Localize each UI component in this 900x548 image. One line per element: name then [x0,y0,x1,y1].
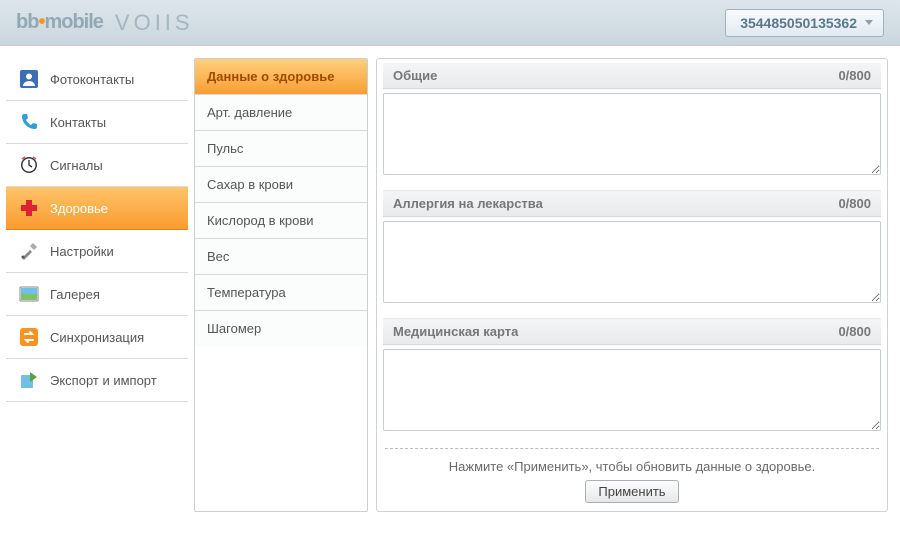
health-subnav: Данные о здоровье Арт. давление Пульс Са… [194,58,368,512]
subnav-label: Арт. давление [207,105,292,120]
plus-medical-icon [18,197,40,219]
sync-icon [18,326,40,348]
subnav-label: Кислород в крови [207,213,314,228]
subnav-item-blood-pressure[interactable]: Арт. давление [195,95,367,131]
subnav-item-pulse[interactable]: Пульс [195,131,367,167]
nav-item-export-import[interactable]: Экспорт и импорт [6,359,188,402]
tools-icon [18,240,40,262]
subnav-item-temperature[interactable]: Температура [195,275,367,311]
footer-hint: Нажмите «Применить», чтобы обновить данн… [385,459,879,474]
primary-nav: Фотоконтакты Контакты Сигналы Здоровье Н… [6,58,188,512]
section-header: Общие 0/800 [383,63,881,89]
nav-label: Контакты [50,115,106,130]
section-header: Аллергия на лекарства 0/800 [383,190,881,217]
nav-label: Настройки [50,244,114,259]
section-title: Аллергия на лекарства [393,196,543,211]
section-header: Медицинская карта 0/800 [383,318,881,345]
device-id-dropdown[interactable]: 354485050135362 [725,9,884,37]
export-icon [18,369,40,391]
section-title: Медицинская карта [393,324,518,339]
section-medical-card: Медицинская карта 0/800 [377,314,887,442]
logo-voiis: VOIIS [115,10,194,36]
char-counter: 0/800 [838,196,871,211]
subnav-label: Шагомер [207,321,261,336]
medical-card-textarea[interactable] [383,349,881,431]
char-counter: 0/800 [838,68,871,83]
general-textarea[interactable] [383,93,881,175]
device-id-value: 354485050135362 [740,15,857,31]
subnav-label: Вес [207,249,229,264]
apply-button[interactable]: Применить [585,480,678,503]
main-panel: Общие 0/800 Аллергия на лекарства 0/800 … [376,58,888,512]
gallery-icon [18,283,40,305]
main-layout: Фотоконтакты Контакты Сигналы Здоровье Н… [0,46,900,512]
subnav-item-blood-sugar[interactable]: Сахар в крови [195,167,367,203]
form-footer: Нажмите «Применить», чтобы обновить данн… [385,448,879,503]
subnav-label: Температура [207,285,286,300]
nav-item-contacts[interactable]: Контакты [6,101,188,144]
subnav-item-pedometer[interactable]: Шагомер [195,311,367,346]
logo-text-bb: bb [16,11,38,33]
nav-item-photocontacts[interactable]: Фотоконтакты [6,58,188,101]
nav-label: Экспорт и импорт [50,373,157,388]
logo-text-mobile: mobile [44,11,102,33]
subnav-item-health-data[interactable]: Данные о здоровье [195,59,367,95]
section-general: Общие 0/800 [377,59,887,186]
subnav-label: Сахар в крови [207,177,293,192]
app-header: bb•mobile VOIIS 354485050135362 [0,0,900,46]
nav-label: Галерея [50,287,100,302]
logo-bb-mobile: bb•mobile [16,11,103,34]
nav-item-sync[interactable]: Синхронизация [6,316,188,359]
nav-item-signals[interactable]: Сигналы [6,144,188,187]
nav-label: Синхронизация [50,330,144,345]
chevron-down-icon [865,20,873,25]
nav-label: Здоровье [50,201,108,216]
section-title: Общие [393,68,437,83]
clock-icon [18,154,40,176]
char-counter: 0/800 [838,324,871,339]
subnav-item-blood-oxygen[interactable]: Кислород в крови [195,203,367,239]
section-allergy: Аллергия на лекарства 0/800 [377,186,887,314]
nav-item-gallery[interactable]: Галерея [6,273,188,316]
nav-label: Сигналы [50,158,103,173]
nav-item-settings[interactable]: Настройки [6,230,188,273]
phone-icon [18,111,40,133]
photo-contact-icon [18,68,40,90]
subnav-label: Данные о здоровье [207,69,334,84]
nav-label: Фотоконтакты [50,72,134,87]
allergy-textarea[interactable] [383,221,881,303]
subnav-label: Пульс [207,141,243,156]
nav-item-health[interactable]: Здоровье [6,187,188,230]
subnav-item-weight[interactable]: Вес [195,239,367,275]
app-logo: bb•mobile VOIIS [16,10,194,36]
